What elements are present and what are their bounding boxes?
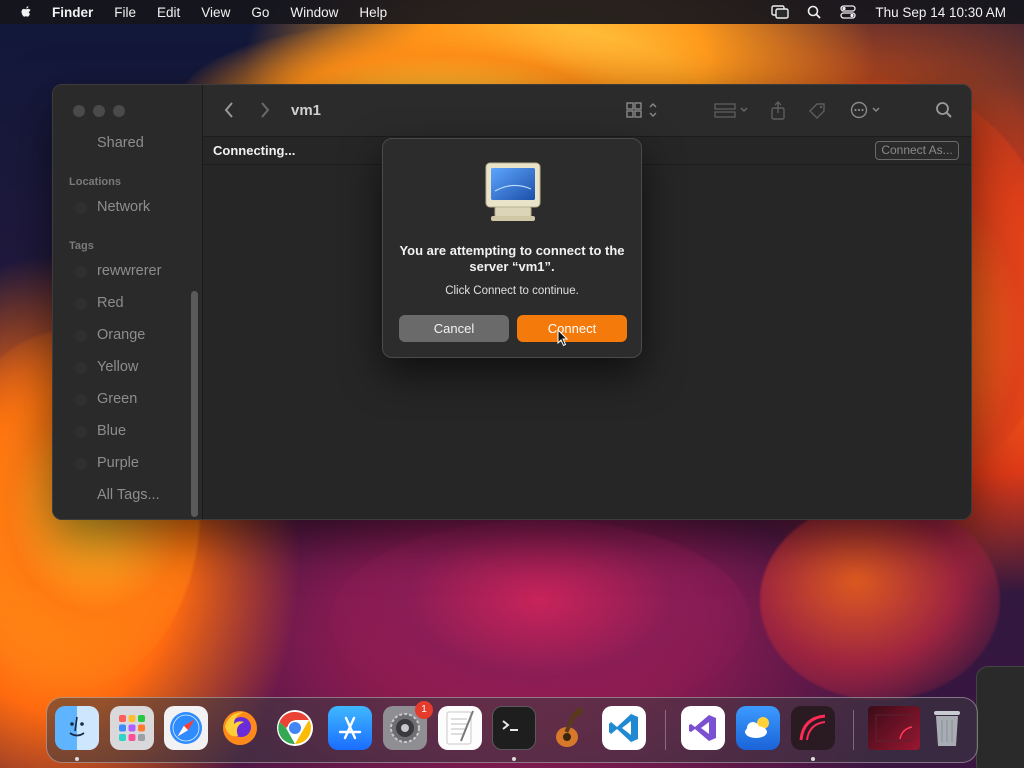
finder-sidebar: Shared Locations Network Tags rewwrerer …: [53, 85, 203, 519]
cancel-button[interactable]: Cancel: [399, 315, 509, 342]
firefox-icon[interactable]: [218, 706, 262, 750]
dialog-message: Click Connect to continue.: [445, 285, 579, 297]
tag-dot-icon: [75, 298, 87, 310]
sidebar-header-locations: Locations: [69, 176, 121, 188]
menu-edit[interactable]: Edit: [157, 5, 180, 20]
dock: 1: [46, 697, 978, 763]
sidebar-tag-red[interactable]: Red: [97, 295, 124, 311]
search-icon[interactable]: [935, 101, 953, 119]
tag-dot-icon: [75, 266, 87, 278]
terminal-icon[interactable]: [492, 706, 536, 750]
connect-as-button[interactable]: Connect As...: [875, 141, 959, 160]
safari-icon[interactable]: [164, 706, 208, 750]
finder-icon[interactable]: [55, 706, 99, 750]
minimize-button[interactable]: [93, 105, 105, 117]
connect-dialog: You are attempting to connect to the ser…: [382, 138, 642, 358]
system-settings-icon[interactable]: 1: [383, 701, 433, 750]
sidebar-tag-green[interactable]: Green: [97, 391, 137, 407]
menu-bar: Finder File Edit View Go Window Help Thu…: [0, 0, 1024, 24]
network-icon: [75, 202, 87, 214]
trash-icon[interactable]: [925, 706, 969, 750]
forward-chevron-icon[interactable]: [259, 101, 271, 119]
sidebar-item-network[interactable]: Network: [97, 199, 150, 215]
sidebar-all-tags[interactable]: All Tags...: [97, 487, 160, 503]
more-actions-icon[interactable]: [849, 101, 887, 119]
zoom-button[interactable]: [113, 105, 125, 117]
sidebar-header-tags: Tags: [69, 240, 94, 252]
dock-separator: [853, 710, 854, 750]
launchpad-icon[interactable]: [110, 706, 154, 750]
dock-separator: [665, 710, 666, 750]
network-server-icon: [483, 161, 543, 228]
running-indicator: [512, 757, 516, 761]
window-controls: [73, 105, 125, 117]
spotlight-search-icon[interactable]: [805, 4, 823, 20]
desktop-widget[interactable]: [976, 666, 1024, 768]
connection-status: Connecting...: [213, 143, 296, 158]
running-indicator: [811, 757, 815, 761]
recent-window-icon[interactable]: [868, 706, 920, 750]
menu-help[interactable]: Help: [359, 5, 387, 20]
sidebar-tag-orange[interactable]: Orange: [97, 327, 145, 343]
notification-badge: 1: [415, 701, 433, 719]
menu-clock[interactable]: Thu Sep 14 10:30 AM: [875, 5, 1006, 20]
sidebar-tag-rewwrerer[interactable]: rewwrerer: [97, 263, 161, 279]
garageband-icon[interactable]: [547, 706, 591, 750]
vscode-icon[interactable]: [602, 706, 646, 750]
menu-view[interactable]: View: [201, 5, 230, 20]
mouse-pointer-icon: [557, 328, 569, 352]
screenshot-app-icon[interactable]: [791, 706, 835, 750]
share-icon[interactable]: [769, 101, 787, 121]
view-grid-icon[interactable]: [625, 101, 659, 119]
menu-app-name[interactable]: Finder: [52, 5, 93, 20]
back-chevron-icon[interactable]: [223, 101, 235, 119]
tag-dot-icon: [75, 426, 87, 438]
tag-dot-icon: [75, 330, 87, 342]
sidebar-scrollbar[interactable]: [191, 291, 198, 517]
apple-logo-icon[interactable]: [18, 4, 34, 20]
close-button[interactable]: [73, 105, 85, 117]
screen-mirroring-icon[interactable]: [771, 4, 790, 20]
menu-file[interactable]: File: [114, 5, 136, 20]
control-center-icon[interactable]: [839, 4, 857, 20]
tag-dot-icon: [75, 394, 87, 406]
menu-go[interactable]: Go: [251, 5, 269, 20]
app-store-icon[interactable]: [328, 706, 372, 750]
sidebar-tag-yellow[interactable]: Yellow: [97, 359, 138, 375]
tag-dot-icon: [75, 458, 87, 470]
tag-icon[interactable]: [807, 101, 827, 121]
running-indicator: [75, 757, 79, 761]
sidebar-tag-blue[interactable]: Blue: [97, 423, 126, 439]
window-title: vm1: [291, 102, 322, 119]
connect-button[interactable]: Connect: [517, 315, 627, 342]
group-by-icon[interactable]: [713, 101, 751, 119]
tag-dot-icon: [75, 362, 87, 374]
sidebar-tag-purple[interactable]: Purple: [97, 455, 139, 471]
finder-toolbar: vm1: [203, 85, 971, 137]
weather-icon[interactable]: [736, 706, 780, 750]
menu-window[interactable]: Window: [290, 5, 338, 20]
sidebar-item-shared[interactable]: Shared: [97, 135, 144, 151]
chrome-icon[interactable]: [273, 706, 317, 750]
visual-studio-icon[interactable]: [681, 706, 725, 750]
dialog-title: You are attempting to connect to the ser…: [399, 243, 625, 274]
textedit-icon[interactable]: [438, 706, 482, 750]
